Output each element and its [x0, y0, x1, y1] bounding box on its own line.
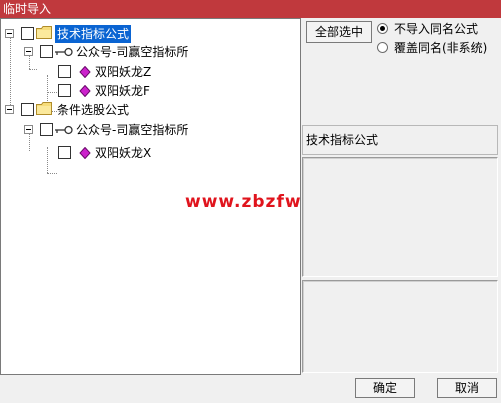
tree-node-formula[interactable]: 双阳妖龙F: [1, 82, 221, 100]
group-checkbox[interactable]: [21, 27, 34, 40]
tree-line: [47, 173, 57, 174]
folder-icon: [36, 26, 52, 39]
folder-checkbox[interactable]: [40, 45, 53, 58]
formula-type-text: 技术指标公式: [306, 133, 379, 147]
formula-checkbox[interactable]: [58, 84, 71, 97]
key-icon: [55, 125, 73, 135]
formula-description-box[interactable]: [302, 157, 498, 277]
select-all-button[interactable]: 全部选中: [306, 21, 372, 43]
tree-node-folder[interactable]: 公众号-司赢空指标所: [1, 43, 221, 61]
radio-button[interactable]: [377, 23, 388, 34]
formula-icon: [79, 147, 91, 159]
folder-checkbox[interactable]: [40, 123, 53, 136]
formula-type-box: 技术指标公式: [302, 125, 498, 155]
formula-icon: [79, 66, 91, 78]
folder-label: 公众号-司赢空指标所: [76, 45, 189, 59]
tree-node-folder[interactable]: 公众号-司赢空指标所: [1, 121, 221, 139]
tree-node-formula[interactable]: 双阳妖龙X: [1, 144, 221, 162]
folder-label: 公众号-司赢空指标所: [76, 123, 189, 137]
formula-checkbox[interactable]: [58, 65, 71, 78]
formula-label: 双阳妖龙F: [95, 84, 150, 98]
collapse-toggle[interactable]: [24, 47, 33, 56]
window-title: 临时导入: [0, 0, 501, 18]
radio-label: 覆盖同名(非系统): [394, 41, 488, 55]
tree-node-group[interactable]: 技术指标公式: [1, 25, 201, 43]
formula-params-box[interactable]: [302, 280, 498, 373]
formula-icon: [79, 85, 91, 97]
group-label: 技术指标公式: [55, 25, 132, 43]
collapse-toggle[interactable]: [24, 125, 33, 134]
group-checkbox[interactable]: [21, 103, 34, 116]
folder-icon: [36, 102, 52, 115]
formula-label: 双阳妖龙Z: [95, 65, 152, 79]
radio-overwrite-same-name[interactable]: 覆盖同名(非系统): [377, 40, 499, 56]
key-icon: [55, 47, 73, 57]
tree-node-group[interactable]: 条件选股公式: [1, 101, 201, 119]
collapse-toggle[interactable]: [5, 105, 14, 114]
group-label: 条件选股公式: [57, 103, 130, 117]
ok-button[interactable]: 确定: [355, 378, 415, 398]
radio-skip-same-name[interactable]: 不导入同名公式: [377, 21, 497, 37]
collapse-toggle[interactable]: [5, 29, 14, 38]
radio-label: 不导入同名公式: [394, 22, 479, 36]
radio-button[interactable]: [377, 42, 388, 53]
formula-label: 双阳妖龙X: [95, 146, 152, 160]
tree-node-formula[interactable]: 双阳妖龙Z: [1, 63, 221, 81]
formula-checkbox[interactable]: [58, 146, 71, 159]
cancel-button[interactable]: 取消: [437, 378, 497, 398]
